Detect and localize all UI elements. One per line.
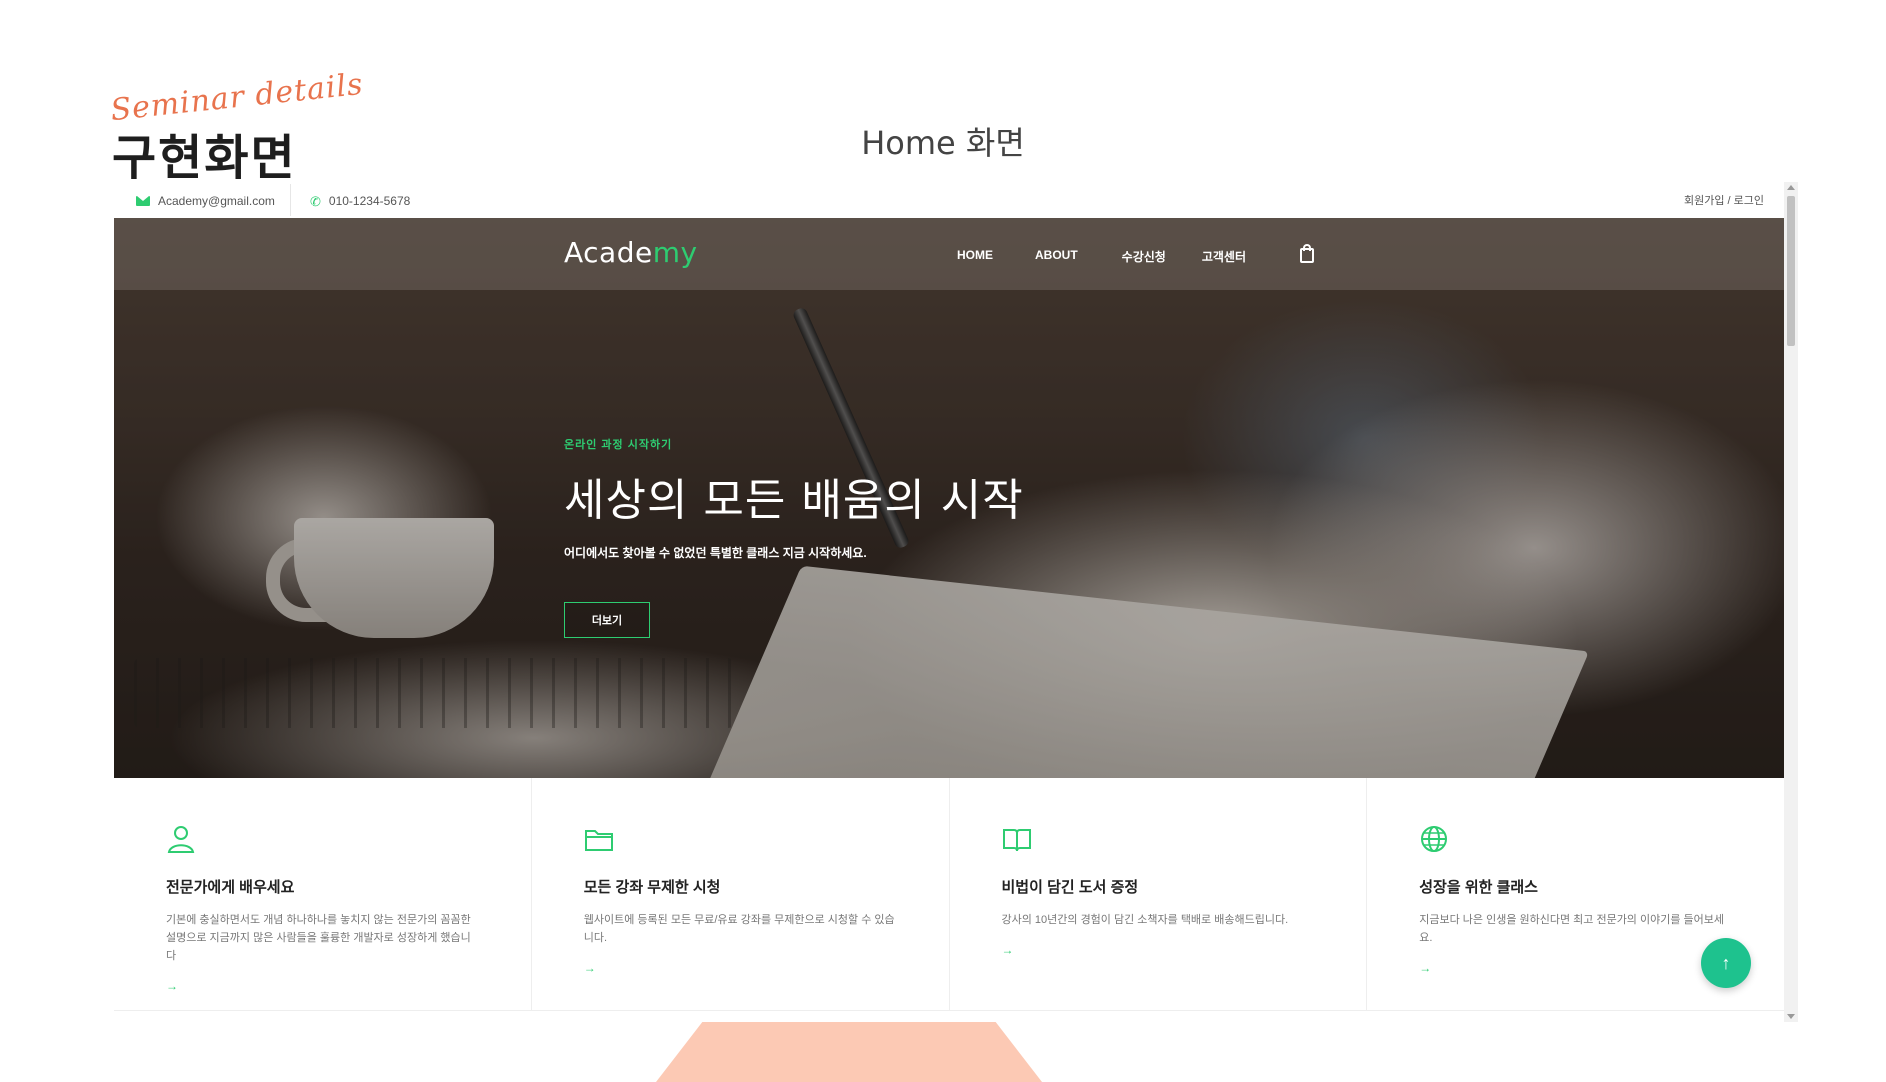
feature-title: 성장을 위한 클래스 bbox=[1419, 879, 1538, 896]
nav-item-home[interactable]: HOME bbox=[957, 248, 993, 265]
feature-desc: 웹사이트에 등록된 모든 무료/유료 강좌를 무제한으로 시청할 수 있습니다. bbox=[583, 914, 895, 944]
feature-card: 모든 강좌 무제한 시청 웹사이트에 등록된 모든 무료/유료 강좌를 무제한으… bbox=[530, 778, 949, 1010]
scroll-to-top-button[interactable]: ↑ bbox=[1701, 938, 1751, 988]
hero-eyebrow: 온라인 과정 시작하기 bbox=[564, 439, 673, 451]
topbar-divider bbox=[290, 184, 291, 216]
feature-desc: 기본에 충실하면서도 개념 하나하나를 놓치지 않는 전문가의 꼼꼼한 설명으로… bbox=[166, 914, 471, 962]
shopping-bag-icon[interactable] bbox=[1300, 244, 1315, 263]
folder-icon bbox=[584, 824, 614, 854]
hero-section: Academy HOME ABOUT 수강신청 고객센터 온라인 과정 시작하기… bbox=[114, 218, 1784, 778]
features-row: 전문가에게 배우세요 기본에 충실하면서도 개념 하나하나를 놓치지 않는 전문… bbox=[114, 778, 1784, 1011]
feature-title: 모든 강좌 무제한 시청 bbox=[583, 879, 721, 896]
mail-icon bbox=[136, 196, 150, 206]
feature-arrow-link[interactable]: → bbox=[166, 979, 479, 993]
hero-content: 온라인 과정 시작하기 세상의 모든 배움의 시작 어디에서도 찾아볼 수 없었… bbox=[564, 436, 1024, 638]
user-icon bbox=[166, 824, 196, 854]
nav-menu: HOME ABOUT 수강신청 고객센터 bbox=[957, 244, 1315, 265]
signup-login-link[interactable]: 회원가입 / 로그인 bbox=[1684, 192, 1764, 208]
email-contact[interactable]: Academy@gmail.com bbox=[136, 194, 275, 208]
decorative-shape bbox=[656, 1022, 1042, 1082]
feature-title: 비법이 담긴 도서 증정 bbox=[1001, 879, 1139, 896]
phone-icon: ✆ bbox=[310, 193, 321, 209]
logo-main: Acade bbox=[564, 236, 653, 269]
email-text: Academy@gmail.com bbox=[158, 194, 275, 208]
scroll-up-arrow-icon[interactable] bbox=[1787, 185, 1795, 190]
nav-item-enroll[interactable]: 수강신청 bbox=[1122, 248, 1166, 265]
nav-item-support[interactable]: 고객센터 bbox=[1202, 248, 1246, 265]
top-info-bar: Academy@gmail.com ✆ 010-1234-5678 회원가입 /… bbox=[114, 182, 1784, 218]
feature-title: 전문가에게 배우세요 bbox=[166, 879, 295, 896]
globe-icon bbox=[1419, 824, 1449, 854]
phone-contact[interactable]: ✆ 010-1234-5678 bbox=[310, 194, 410, 208]
book-icon bbox=[1002, 824, 1032, 854]
scrollbar[interactable] bbox=[1784, 182, 1798, 1022]
nav-item-about[interactable]: ABOUT bbox=[1035, 248, 1078, 265]
page-label: Home 화면 bbox=[861, 124, 1025, 162]
site-logo[interactable]: Academy bbox=[564, 236, 698, 269]
hero-subtitle: 어디에서도 찾아볼 수 없었던 특별한 클래스 지금 시작하세요. bbox=[564, 546, 867, 560]
feature-desc: 강사의 10년간의 경험이 담긴 소책자를 택배로 배송해드립니다. bbox=[1001, 914, 1289, 926]
logo-accent: my bbox=[652, 236, 698, 269]
feature-desc: 지금보다 나은 인생을 원하신다면 최고 전문가의 이야기를 들어보세요. bbox=[1419, 914, 1725, 944]
feature-card: 전문가에게 배우세요 기본에 충실하면서도 개념 하나하나를 놓치지 않는 전문… bbox=[114, 778, 531, 1010]
website-frame: Academy@gmail.com ✆ 010-1234-5678 회원가입 /… bbox=[114, 182, 1798, 1022]
main-navbar: Academy HOME ABOUT 수강신청 고객센터 bbox=[114, 218, 1784, 290]
more-button[interactable]: 더보기 bbox=[564, 602, 650, 638]
feature-arrow-link[interactable]: → bbox=[1419, 961, 1732, 975]
hero-title: 세상의 모든 배움의 시작 bbox=[564, 475, 1024, 526]
feature-arrow-link[interactable]: → bbox=[1002, 943, 1315, 957]
feature-card: 비법이 담긴 도서 증정 강사의 10년간의 경험이 담긴 소책자를 택배로 배… bbox=[948, 778, 1367, 1010]
feature-arrow-link[interactable]: → bbox=[584, 961, 897, 975]
phone-text: 010-1234-5678 bbox=[328, 194, 411, 208]
scroll-thumb[interactable] bbox=[1787, 196, 1795, 346]
scroll-down-arrow-icon[interactable] bbox=[1787, 1014, 1795, 1019]
